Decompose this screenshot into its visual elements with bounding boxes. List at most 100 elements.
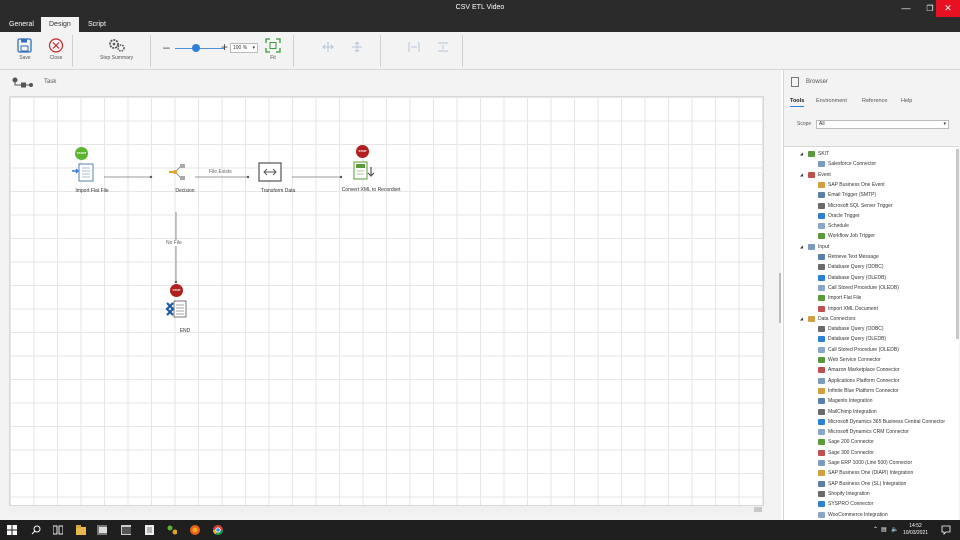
etl-app-icon[interactable] [97, 525, 107, 535]
tray-chevron-up-icon[interactable]: ⌃ [873, 526, 878, 533]
tree-item-label: SAP Business One (DIAPI) Integration [828, 470, 914, 477]
tree-item-label: Web Service Connector [828, 357, 881, 363]
horizontal-scrollbar[interactable] [9, 506, 764, 513]
step-label: Transform Data [260, 188, 296, 194]
connector-label-file-exists[interactable]: File Exists [209, 169, 232, 175]
search-icon[interactable] [31, 525, 41, 535]
tool-icon [818, 336, 825, 343]
step-summary-button[interactable]: Step Summary [100, 38, 133, 61]
scope-select[interactable]: All ▾ [816, 120, 949, 129]
expand-arrow-icon[interactable]: ◢ [800, 242, 803, 252]
panel-splitter[interactable] [779, 273, 781, 323]
distribute-vertical-icon [438, 42, 448, 52]
tool-icon [818, 192, 825, 199]
tree-item-label: Microsoft Dynamics 365 Business Central … [828, 418, 945, 425]
tree-item-label: Retrieve Text Message [828, 254, 879, 260]
tree-item-label: Sage 200 Connector [828, 439, 874, 446]
minimize-button[interactable]: — [894, 0, 918, 17]
end-icon [165, 300, 187, 318]
tool-icon [818, 357, 825, 363]
align-horizontal-button[interactable] [322, 42, 334, 54]
expand-arrow-icon[interactable]: ◢ [800, 314, 803, 324]
tree-item-label: SAP Business One (SL) Integration [828, 480, 907, 487]
align-vertical-button[interactable] [351, 41, 363, 54]
zoom-select[interactable]: 100 % ▾ [230, 43, 258, 53]
tree-item-label: Call Stored Procedure (OLEDB) [828, 284, 899, 291]
distribute-horizontal-button[interactable] [408, 42, 420, 54]
save-button[interactable]: Save [17, 38, 33, 61]
zoom-in-button[interactable]: + [221, 40, 228, 54]
tree-scrollbar[interactable] [956, 149, 959, 339]
step-label: END [179, 328, 191, 334]
windows-start-icon[interactable] [7, 525, 17, 535]
close-button[interactable]: Close [48, 38, 64, 61]
tree-item-label: WooCommerce Integration [828, 511, 888, 518]
scrollbar-thumb[interactable] [754, 507, 762, 512]
tree-item-label: Database Query (ODBC) [828, 264, 884, 271]
close-window-button[interactable]: ✕ [936, 0, 960, 17]
app-window-icon[interactable] [121, 525, 131, 535]
chevron-down-icon: ▾ [943, 121, 946, 127]
group-icon [808, 151, 815, 157]
expand-arrow-icon[interactable]: ◢ [800, 149, 803, 159]
tree-item-label: SAP Business One Event [828, 181, 885, 188]
network-icon[interactable]: ▤ [881, 526, 887, 533]
notifications-icon[interactable] [941, 525, 951, 535]
tree-group-label: SKIT [818, 151, 830, 157]
browser-tab-environment[interactable]: Environment [816, 98, 847, 104]
tool-icon [818, 501, 825, 508]
designer-canvas-area: START Import Flat File Decision Transfor… [0, 96, 781, 520]
tree-group-label: Event [818, 171, 831, 178]
ribbon: Save Close Step Summary – + 100 % ▾ Fit [0, 32, 960, 70]
step-label: Decision [175, 188, 195, 194]
expand-arrow-icon[interactable]: ◢ [800, 170, 803, 180]
tree-item-label: Microsoft Dynamics CRM Connector [828, 429, 909, 436]
tree-item-label: Workflow Job Trigger [828, 233, 875, 240]
import-flat-file-icon [72, 163, 94, 182]
zoom-out-button[interactable]: – [163, 40, 170, 54]
step-label: Import Flat File [75, 188, 109, 194]
firefox-icon[interactable] [190, 525, 200, 535]
designer-app-icon[interactable] [167, 525, 177, 535]
tool-icon [818, 212, 825, 219]
zoom-slider-handle[interactable] [192, 44, 200, 52]
clock-date: 10/03/2021 [903, 530, 929, 536]
tree-item-label: Email Trigger (SMTP) [828, 192, 877, 199]
distribute-vertical-button[interactable] [437, 42, 449, 54]
tool-icon [818, 181, 825, 188]
browser-tab-help[interactable]: Help [901, 98, 912, 104]
step-label: Convert XML to Recordset [341, 187, 401, 193]
tree-item-label: Import Flat File [828, 295, 862, 302]
task-view-icon[interactable] [53, 525, 63, 535]
browser-tab-reference[interactable]: Reference [862, 98, 887, 104]
design-canvas[interactable]: START Import Flat File Decision Transfor… [9, 96, 764, 506]
align-horizontal-icon [322, 42, 334, 52]
browser-tab-tools[interactable]: Tools [790, 98, 805, 107]
tool-icon [818, 377, 825, 384]
tool-icon [818, 511, 825, 518]
fit-label: Fit [270, 55, 276, 61]
zoom-slider-track[interactable] [175, 48, 225, 49]
file-explorer-icon[interactable] [76, 525, 86, 535]
scope-label: Scope [797, 121, 812, 127]
taskbar-clock[interactable]: 14:52 10/03/2021 [903, 523, 928, 537]
chrome-icon[interactable] [213, 525, 223, 535]
tab-general[interactable]: General [1, 17, 42, 32]
tool-icon [818, 305, 825, 312]
ribbon-tabs: General Design Script [0, 17, 960, 32]
document-app-icon[interactable] [144, 525, 154, 535]
designer-title: Task [44, 79, 57, 85]
tool-icon [818, 490, 825, 497]
tool-icon [818, 223, 825, 230]
fit-button[interactable]: Fit [265, 38, 281, 61]
gears-icon [108, 39, 125, 52]
connector-label-no-file[interactable]: No File [166, 240, 182, 246]
clock-time: 14:52 [909, 523, 922, 529]
volume-icon[interactable]: 🔈 [891, 526, 898, 533]
close-label: Close [49, 55, 63, 61]
tool-icon [818, 387, 825, 394]
tab-script[interactable]: Script [80, 17, 114, 32]
tree-item-label: Amazon Marketplace Connector [828, 367, 900, 374]
tree-item-label: Database Query (OLEDB) [828, 336, 887, 343]
tab-design[interactable]: Design [41, 17, 79, 32]
